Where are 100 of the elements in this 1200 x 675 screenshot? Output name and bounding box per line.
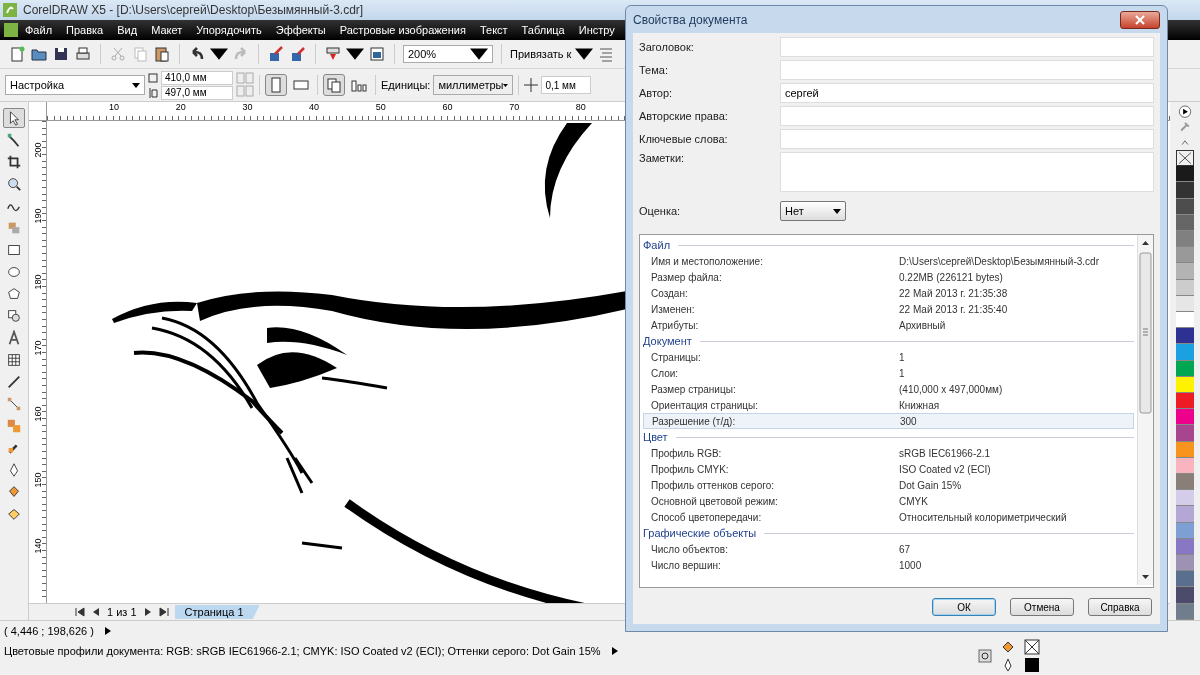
no-color-swatch[interactable] [1176, 149, 1194, 167]
color-swatch[interactable] [1176, 344, 1194, 361]
property-row[interactable]: Имя и местоположение: D:\Users\сергей\Desktop\Безымянный-3.cdr [643, 253, 1134, 269]
page-height-field[interactable]: 497,0 мм [161, 85, 233, 100]
field-label: Оценка: [639, 205, 682, 217]
menu-item[interactable]: Вид [110, 24, 145, 36]
window-icon[interactable] [368, 45, 386, 63]
scrollbar[interactable] [1137, 235, 1153, 585]
expand-arrow-icon[interactable] [610, 647, 619, 655]
color-swatch[interactable] [1176, 182, 1194, 199]
menu-item[interactable]: Правка [59, 24, 111, 36]
property-row[interactable]: Размер файла: 0.22MB (226121 bytes) [643, 269, 1134, 285]
property-row[interactable]: Профиль оттенков серого: Dot Gain 15% [643, 477, 1134, 493]
color-swatch[interactable] [1176, 231, 1194, 248]
units-dropdown[interactable]: миллиметры [433, 75, 514, 95]
text-field[interactable] [780, 37, 1154, 57]
page-width-icon [148, 72, 158, 83]
property-label: Число вершин: [651, 559, 722, 571]
color-swatch[interactable] [1176, 409, 1194, 426]
notes-field[interactable] [780, 152, 1154, 192]
text-field[interactable]: сергей [780, 83, 1154, 103]
property-row[interactable]: Ориентация страницы: Книжная [643, 397, 1134, 413]
property-label: Размер файла: [651, 271, 723, 283]
menu-item[interactable]: Текст [472, 24, 515, 36]
new-document-icon[interactable] [8, 45, 26, 63]
property-label: Основной цветовой режим: [651, 495, 779, 507]
color-swatch[interactable] [1176, 328, 1194, 345]
color-swatch[interactable] [1176, 587, 1194, 604]
menu-item[interactable]: Таблица [514, 24, 572, 36]
color-swatch[interactable] [1176, 474, 1194, 491]
property-row[interactable]: Разрешение (т/д): 300 [643, 413, 1134, 429]
color-swatch[interactable] [1176, 393, 1194, 410]
dialog-button[interactable]: Отмена [1010, 598, 1074, 616]
rating-dropdown[interactable]: Нет [780, 201, 846, 221]
last-page-icon[interactable] [158, 607, 169, 617]
save-icon[interactable] [52, 45, 70, 63]
property-value: (410,000 x 497,000мм) [899, 383, 1003, 395]
text-field[interactable] [780, 106, 1154, 126]
color-swatch[interactable] [1176, 571, 1194, 588]
property-row[interactable]: Атрибуты: Архивный [643, 317, 1134, 333]
property-row[interactable]: Страницы: 1 [643, 349, 1134, 365]
property-row[interactable]: Слои: 1 [643, 365, 1134, 381]
page-width-field[interactable]: 410,0 мм [161, 70, 233, 85]
property-row[interactable]: Создан: 22 Май 2013 г. 21:35:38 [643, 285, 1134, 301]
portrait-button[interactable] [265, 74, 287, 96]
page-preset-dropdown[interactable]: Настройка [5, 75, 145, 95]
menu-item[interactable]: Инстру [571, 24, 622, 36]
property-value: Книжная [899, 399, 940, 411]
color-swatch[interactable] [1176, 555, 1194, 572]
color-swatch[interactable] [1176, 425, 1194, 442]
import-icon[interactable] [267, 45, 285, 63]
property-row[interactable]: Размер страницы: (410,000 x 497,000мм) [643, 381, 1134, 397]
ruler-label: 200 [32, 141, 43, 158]
target-icon[interactable] [978, 649, 992, 663]
gradient-fill-icon [6, 506, 22, 522]
crop-icon [6, 154, 22, 170]
next-page-icon[interactable] [142, 607, 153, 617]
menu-item[interactable]: Растровые изображения [332, 24, 473, 36]
play-icon[interactable] [1178, 105, 1192, 119]
property-row[interactable]: Число объектов: 67 [643, 541, 1134, 557]
menu-item[interactable]: Файл [18, 24, 60, 36]
property-value: CMYK [899, 495, 928, 507]
property-row[interactable]: Профиль RGB: sRGB IEC61966-2.1 [643, 445, 1134, 461]
page-tab[interactable]: Страница 1 [174, 605, 260, 619]
dialog-button[interactable]: Справка [1088, 598, 1152, 616]
color-swatch[interactable] [1176, 263, 1194, 280]
color-swatch[interactable] [1176, 247, 1194, 264]
menu-item[interactable]: Упорядочить [189, 24, 269, 36]
grid-icon [6, 352, 22, 368]
first-page-icon[interactable] [75, 607, 85, 617]
clipboard-icon[interactable] [153, 45, 171, 63]
color-swatch[interactable] [1176, 166, 1194, 183]
text-field[interactable] [780, 129, 1154, 149]
close-button[interactable] [1120, 10, 1160, 29]
previous-page-icon[interactable] [91, 607, 101, 617]
property-row[interactable]: Число вершин: 1000 [643, 557, 1134, 573]
color-swatch[interactable] [1176, 312, 1194, 329]
menu-item[interactable]: Эффекты [268, 24, 333, 36]
paint-bucket-icon [6, 484, 22, 500]
export-icon[interactable] [289, 45, 307, 63]
property-row[interactable]: Способ цветопередачи: Относительный колориметрический [643, 509, 1134, 525]
node-pen-icon [6, 132, 22, 148]
tool-button[interactable] [3, 108, 25, 128]
ruler-label: 40 [309, 102, 320, 112]
property-row[interactable]: Изменен: 22 Май 2013 г. 21:35:40 [643, 301, 1134, 317]
nudge-field[interactable]: 0,1 мм [541, 76, 592, 94]
snap-label[interactable]: Привязать к [510, 48, 572, 60]
property-row[interactable]: Профиль CMYK: ISO Coated v2 (ECI) [643, 461, 1134, 477]
expand-arrow-icon[interactable] [103, 627, 112, 635]
color-swatch[interactable] [1176, 506, 1194, 523]
all-pages-button[interactable] [323, 74, 345, 96]
menu-item[interactable]: Макет [144, 24, 190, 36]
printer-icon[interactable] [74, 45, 92, 63]
ruler-label: 60 [442, 102, 453, 112]
ruler-label: 50 [375, 102, 386, 112]
color-swatch[interactable] [1176, 490, 1194, 507]
property-row[interactable]: Основной цветовой режим: CMYK [643, 493, 1134, 509]
dialog-button[interactable]: ОК [932, 598, 996, 616]
text-field[interactable] [780, 60, 1154, 80]
zoom-dropdown[interactable]: 200% [403, 45, 493, 63]
